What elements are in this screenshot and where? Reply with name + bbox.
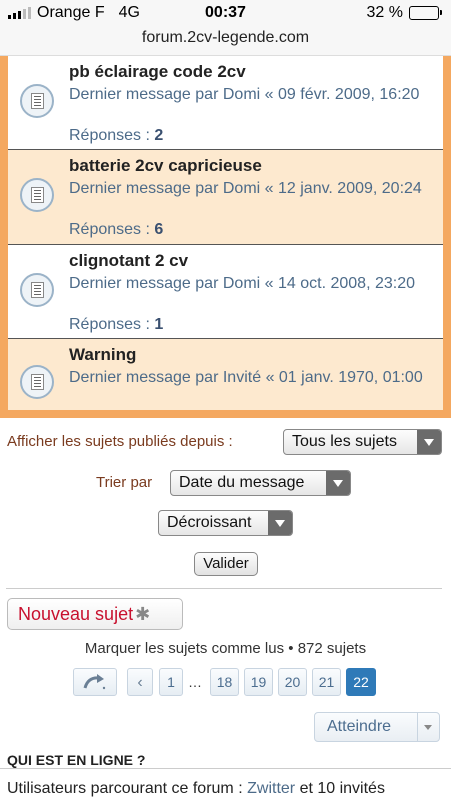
topic-read-icon [20,84,54,118]
last-post-date[interactable]: « 09 févr. 2009, 16:20 [265,86,420,103]
last-post-prefix: Dernier message par [69,86,219,103]
separator-dot: • [288,640,294,657]
battery-icon [409,6,442,20]
page-link-20[interactable]: 20 [278,668,307,696]
chevron-down-icon [268,511,292,535]
last-post-date[interactable]: « 12 janv. 2009, 20:24 [265,180,422,197]
mark-read-row: Marquer les sujets comme lus • 872 sujet… [0,640,451,657]
topic-read-icon [20,365,54,399]
previous-page-button[interactable]: ‹ [127,668,153,696]
topic-author-link[interactable]: Invité [223,369,261,386]
page-link-18[interactable]: 18 [210,668,239,696]
divider [0,768,451,769]
topic-read-icon [20,178,54,212]
chevron-down-icon [417,430,441,454]
page-link-19[interactable]: 19 [244,668,273,696]
sort-by-label: Trier par [96,474,153,491]
divider [6,588,442,589]
sort-order-select[interactable]: Décroissant [158,510,293,536]
topic-title[interactable]: batterie 2cv capricieuse [69,156,262,176]
who-is-online-heading: QUI EST EN LIGNE ? [7,752,146,768]
battery-percent: 32 % [366,4,403,21]
pagination-ellipsis: … [188,674,202,690]
page-link-1[interactable]: 1 [159,668,183,696]
chevron-down-icon [326,471,350,495]
new-topic-button[interactable]: Nouveau sujet ✱ [7,598,183,630]
topic-title[interactable]: Warning [69,345,136,365]
replies-count: 2 [154,127,164,144]
topic-title[interactable]: clignotant 2 cv [69,251,188,271]
mark-read-link[interactable]: Marquer les sujets comme lus [85,640,284,657]
topic-count: 872 sujets [297,640,367,657]
display-filter-label: Afficher les sujets publiés depuis : [7,433,233,450]
last-post-prefix: Dernier message par [69,369,219,386]
topic-list: pb éclairage code 2cv Dernier message pa… [8,56,443,410]
chevron-down-icon [417,713,439,741]
display-days-value: Tous les sujets [292,433,397,450]
topic-title[interactable]: pb éclairage code 2cv [69,62,246,82]
chevron-left-icon: ‹ [137,674,143,691]
replies-count: 1 [154,316,164,333]
topic-last-post: Dernier message par Domi « 12 janv. 2009… [69,178,439,199]
url-text: forum.2cv-legende.com [141,29,310,46]
sort-order-value: Décroissant [167,514,252,531]
who-is-online-text: Utilisateurs parcourant ce forum : Zwitt… [7,780,385,798]
current-page: 22 [346,668,376,696]
display-days-select[interactable]: Tous les sujets [283,429,442,455]
last-post-prefix: Dernier message par [69,180,219,197]
topic-last-post: Dernier message par Domi « 09 févr. 2009… [69,84,439,105]
address-bar[interactable]: forum.2cv-legende.com [0,26,451,56]
replies-label: Réponses : [69,221,150,238]
battery-info: 32 % [366,4,442,22]
topic-replies: Réponses : 2 [69,127,163,145]
online-user-link[interactable]: Zwitter [247,780,295,797]
jumpbox-dropdown[interactable]: Atteindre [314,712,440,742]
replies-label: Réponses : [69,316,150,333]
topic-author-link[interactable]: Domi [223,275,260,292]
topic-last-post: Dernier message par Invité « 01 janv. 19… [69,367,439,388]
topic-replies: Réponses : 6 [69,221,163,239]
topic-last-post: Dernier message par Domi « 14 oct. 2008,… [69,273,439,294]
topic-replies: Réponses : 1 [69,316,163,334]
topic-row[interactable]: pb éclairage code 2cv Dernier message pa… [8,56,443,150]
replies-count: 6 [154,221,164,238]
submit-sort-button[interactable]: Valider [194,552,258,576]
topic-author-link[interactable]: Domi [223,86,260,103]
last-post-prefix: Dernier message par [69,275,219,292]
last-post-date[interactable]: « 14 oct. 2008, 23:20 [265,275,415,292]
replies-label: Réponses : [69,127,150,144]
jumpbox-label: Atteindre [327,718,392,735]
jump-to-page-button[interactable] [73,668,117,696]
topic-author-link[interactable]: Domi [223,180,260,197]
topic-row[interactable]: clignotant 2 cv Dernier message par Domi… [8,245,443,339]
new-topic-label: Nouveau sujet [18,604,134,624]
asterisk-icon: ✱ [135,604,151,624]
sort-key-value: Date du message [179,474,305,491]
sort-key-select[interactable]: Date du message [170,470,351,496]
page-link-21[interactable]: 21 [312,668,341,696]
topic-row[interactable]: batterie 2cv capricieuse Dernier message… [8,150,443,245]
jump-arrow-icon [83,674,106,690]
online-prefix: Utilisateurs parcourant ce forum : [7,780,243,797]
topic-row[interactable]: Warning Dernier message par Invité « 01 … [8,339,443,410]
online-suffix: et 10 invités [299,780,385,797]
status-bar: Orange F 4G 00:37 32 % [0,0,451,26]
last-post-date[interactable]: « 01 janv. 1970, 01:00 [266,369,423,386]
topic-read-icon [20,273,54,307]
topic-list-container: pb éclairage code 2cv Dernier message pa… [0,56,451,418]
